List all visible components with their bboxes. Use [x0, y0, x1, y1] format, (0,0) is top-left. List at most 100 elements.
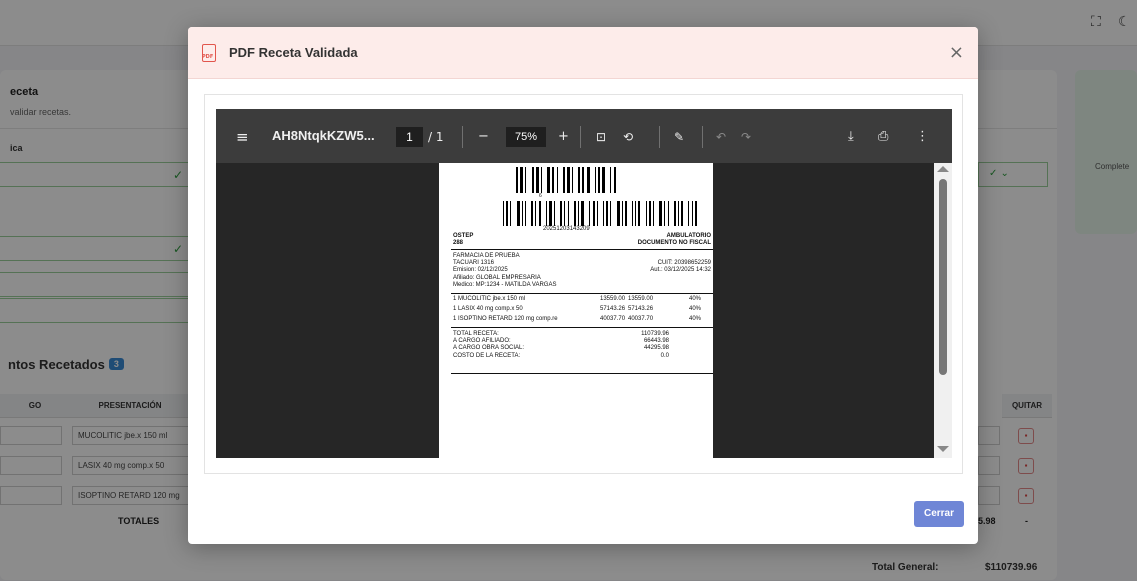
barcode-bar	[572, 167, 574, 193]
barcode-bar	[581, 201, 585, 226]
scroll-up-arrow-icon[interactable]	[937, 166, 949, 172]
barcode-bar	[688, 201, 690, 226]
barcode-bar	[516, 201, 520, 226]
pdf-scrollbar[interactable]	[934, 163, 952, 458]
barcode-bar	[545, 201, 547, 226]
item-desc: 1 ISOPTINO RETARD 120 mg comp.re	[453, 316, 558, 322]
list-item: 1 MUCOLITIC jbe.x 150 ml 13559.00 13559.…	[453, 296, 713, 305]
barcode-bar	[653, 201, 654, 226]
barcode-bar	[592, 201, 595, 226]
close-button[interactable]: Cerrar	[914, 501, 964, 527]
barcode-main	[503, 201, 701, 226]
barcode-bar	[613, 167, 616, 193]
redo-icon[interactable]: ↷	[741, 127, 751, 147]
barcode-bar	[624, 201, 627, 226]
barcode-bar	[538, 201, 541, 226]
emission-date: Emision: 02/12/2025	[453, 267, 508, 274]
barcode-bar	[566, 167, 570, 193]
pdf-viewer: ≡ AH8NtqkKZW5... 1 / 1 − 75% + ⊡ ⟲ ✎ ↶ ↷…	[216, 109, 952, 458]
modal-title: PDF Receta Validada	[229, 45, 358, 60]
barcode-bar	[582, 167, 585, 193]
zoom-out-icon[interactable]: −	[478, 127, 489, 147]
barcode-bar	[562, 167, 565, 193]
receipt-org: OSTEP 288	[453, 233, 473, 247]
totals-labels: TOTAL RECETA: A CARGO AFILIADO: A CARGO …	[453, 331, 524, 360]
barcode-bar	[556, 167, 558, 193]
page-number-input[interactable]: 1	[396, 127, 423, 147]
list-item: 1 LASIX 40 mg comp.x 50 57143.26 57143.2…	[453, 306, 713, 315]
barcode-bar	[598, 167, 600, 193]
scroll-down-arrow-icon[interactable]	[937, 446, 949, 452]
barcode-bar	[667, 201, 669, 226]
pdf-page: 6 20251203143209 OSTEP 288 AMBULATORIO DOC…	[439, 163, 713, 458]
undo-icon[interactable]: ↶	[716, 127, 726, 147]
org-name: OSTEP	[453, 233, 474, 239]
receipt-divider	[451, 327, 713, 328]
barcode-bar	[567, 201, 569, 226]
pdf-filename: AH8NtqkKZW5...	[272, 128, 375, 143]
more-options-icon[interactable]: ⋮	[916, 127, 929, 147]
document-area: 6 20251203143209 OSTEP 288 AMBULATORIO DOC…	[216, 163, 952, 458]
barcode-bar	[621, 201, 623, 226]
receipt-type-main: AMBULATORIO	[666, 233, 711, 239]
download-icon[interactable]: ⤓	[848, 127, 854, 147]
barcode-bar	[573, 201, 576, 226]
barcode-bar	[632, 201, 634, 226]
barcode-bar	[520, 167, 524, 193]
barcode-bar	[677, 201, 679, 226]
barcode-bar	[535, 167, 539, 193]
item-unit: 13559.00	[600, 296, 626, 302]
toolbar-separator	[702, 126, 703, 148]
print-icon[interactable]: ⎙	[878, 127, 888, 147]
barcode-bar	[645, 201, 647, 226]
barcode-bar	[516, 167, 518, 193]
barcode-bar	[610, 201, 612, 226]
barcode-bar	[525, 167, 527, 193]
toolbar-separator	[462, 126, 463, 148]
total-value: 44295.98	[643, 345, 669, 352]
pdf-file-icon: PDF	[202, 43, 216, 62]
pharmacy-info: FARMACIA DE PRUEBA TACUARI 1316 Emision:…	[453, 253, 556, 289]
pharmacy-name: FARMACIA DE PRUEBA	[453, 253, 520, 259]
barcode-bar	[664, 201, 666, 226]
receipt-divider	[451, 373, 713, 374]
receipt-type-sub: DOCUMENTO NO FISCAL	[637, 240, 711, 247]
total-value: 110739.96	[641, 331, 669, 337]
toolbar-separator	[659, 126, 660, 148]
rotate-icon[interactable]: ⟲	[623, 127, 633, 147]
total-label: A CARGO AFILIADO:	[453, 338, 511, 345]
receipt-divider	[451, 293, 713, 294]
barcode-bar	[578, 201, 579, 226]
barcode-bar	[586, 167, 590, 193]
zoom-level[interactable]: 75%	[506, 127, 546, 147]
totals-values: 110739.96 66443.98 44295.98 0.0	[619, 331, 669, 360]
annotate-icon[interactable]: ✎	[674, 127, 684, 147]
total-label: A CARGO OBRA SOCIAL:	[453, 345, 525, 352]
zoom-in-icon[interactable]: +	[558, 127, 569, 147]
scroll-thumb[interactable]	[939, 179, 947, 375]
total-value: 66443.98	[643, 338, 669, 345]
close-icon[interactable]: ×	[949, 42, 964, 63]
receipt-type: AMBULATORIO DOCUMENTO NO FISCAL	[638, 233, 711, 247]
pdf-icon-text: PDF	[202, 53, 214, 60]
barcode-bar	[648, 201, 651, 226]
item-unit: 57143.26	[600, 306, 626, 312]
toolbar-separator	[580, 126, 581, 148]
affiliate: Afiliado: GLOBAL EMPRESARIA	[453, 274, 541, 281]
barcode-bar	[635, 201, 637, 226]
barcode-bar	[594, 167, 596, 193]
item-pct: 40%	[689, 316, 702, 322]
barcode-bar	[521, 201, 523, 226]
barcode-top	[516, 167, 617, 193]
barcode-bar	[681, 201, 684, 226]
barcode-bar	[554, 201, 556, 226]
pharmacy-address: TACUARI 1316	[453, 260, 494, 267]
menu-icon[interactable]: ≡	[236, 127, 249, 147]
barcode-bar	[503, 201, 504, 226]
item-desc: 1 MUCOLITIC jbe.x 150 ml	[453, 296, 526, 302]
barcode-bar	[506, 201, 509, 226]
fit-page-icon[interactable]: ⊡	[596, 127, 606, 147]
barcode-bar	[547, 167, 551, 193]
cuit: CUIT: 20398652259	[657, 260, 711, 266]
barcode-bar	[552, 167, 555, 193]
